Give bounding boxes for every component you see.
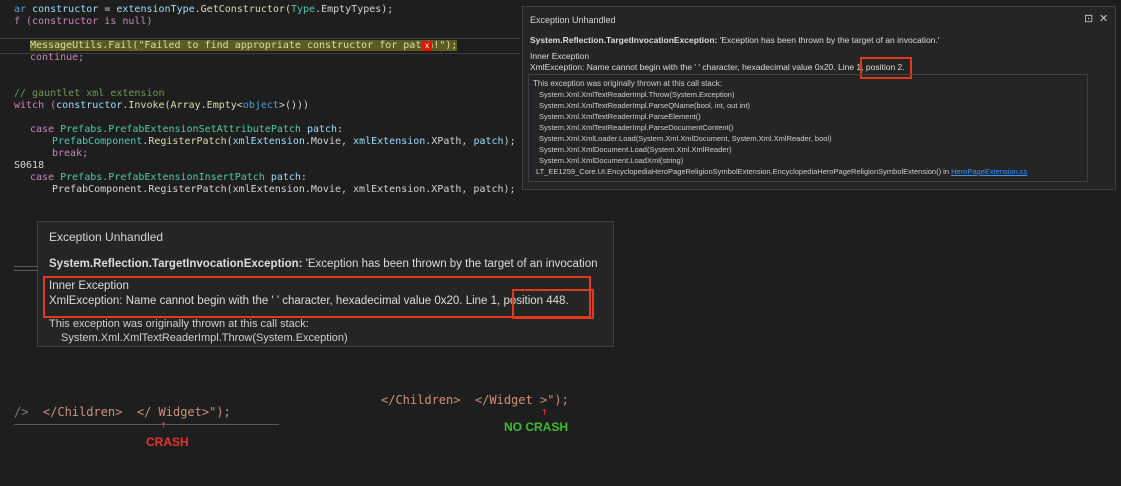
code-line: continue;	[30, 52, 85, 63]
popup-title: Exception Unhandled	[530, 15, 616, 25]
stack-frame: System.Xml.XmlTextReaderImpl.Throw(Syste…	[539, 90, 735, 99]
code-line: S0618	[14, 160, 45, 171]
code-line: f (constructor is null)	[14, 16, 153, 27]
close-icon[interactable]: ✕	[1099, 12, 1108, 25]
code-line: ar constructor = extensionType.GetConstr…	[14, 4, 394, 15]
code-line-error: MessageUtils.Fail("Failed to find approp…	[30, 40, 458, 51]
arrow-up-icon: ↑	[160, 418, 167, 431]
exception-message: System.Reflection.TargetInvocationExcept…	[530, 35, 940, 45]
code-line: PrefabComponent.RegisterPatch(xmlExtensi…	[52, 184, 516, 195]
stack-frame: System.Xml.XmlTextReaderImpl.ParseQName(…	[539, 101, 750, 110]
stack-frame: System.Xml.XmlTextReaderImpl.ParseElemen…	[539, 112, 701, 121]
crash-label: CRASH	[146, 435, 189, 449]
exception-popup-large: Exception Unhandled System.Reflection.Ta…	[37, 221, 614, 347]
divider	[14, 270, 38, 271]
code-line: break;	[52, 148, 89, 159]
code-line: case Prefabs.PrefabExtensionInsertPatch …	[30, 172, 307, 183]
call-stack: This exception was originally thrown at …	[528, 74, 1088, 182]
call-stack-header: This exception was originally thrown at …	[49, 318, 309, 330]
inner-exception-message: XmlException: Name cannot begin with the…	[49, 295, 569, 307]
exception-popup-small: Exception Unhandled ⊡ ✕ System.Reflectio…	[522, 6, 1116, 190]
stack-frame: System.Xml.XmlDocument.Load(System.Xml.X…	[539, 145, 732, 154]
inner-exception-header: Inner Exception	[49, 280, 129, 292]
crash-code-snippet: /> </Children> </ Widget>");	[14, 405, 231, 419]
code-line: PrefabComponent.RegisterPatch(xmlExtensi…	[52, 136, 516, 147]
call-stack-header: This exception was originally thrown at …	[533, 79, 722, 88]
stack-frame: System.Xml.XmlTextReaderImpl.Throw(Syste…	[61, 332, 348, 344]
source-link[interactable]: HeroPageExtension.cs	[951, 167, 1027, 176]
divider	[14, 424, 279, 425]
code-line: case Prefabs.PrefabExtensionSetAttribute…	[30, 124, 344, 135]
stack-frame: LT_EE1259_Core.UI.EncyclopediaHeroPageRe…	[536, 167, 1028, 176]
inner-exception-header: Inner Exception	[530, 51, 590, 61]
stack-frame: System.Xml.XmlDocument.LoadXml(string)	[539, 156, 684, 165]
code-editor[interactable]: ar constructor = extensionType.GetConstr…	[0, 0, 520, 198]
stack-frame: System.Xml.XmlTextReaderImpl.ParseDocume…	[539, 123, 734, 132]
pin-icon[interactable]: ⊡	[1084, 12, 1093, 25]
stack-frame: System.Xml.XmlLoader.Load(System.Xml.Xml…	[539, 134, 832, 143]
arrow-up-icon: ↑	[541, 405, 548, 418]
highlight-box	[512, 289, 594, 319]
code-comment: // gauntlet xml extension	[14, 88, 165, 99]
inner-exception-message: XmlException: Name cannot begin with the…	[530, 62, 905, 72]
divider	[14, 266, 38, 267]
popup-title: Exception Unhandled	[49, 230, 164, 244]
code-line: witch (constructor.Invoke(Array.Empty<ob…	[14, 100, 310, 111]
exception-message: System.Reflection.TargetInvocationExcept…	[49, 258, 598, 270]
no-crash-label: NO CRASH	[504, 420, 569, 434]
error-icon[interactable]: x	[422, 41, 432, 51]
